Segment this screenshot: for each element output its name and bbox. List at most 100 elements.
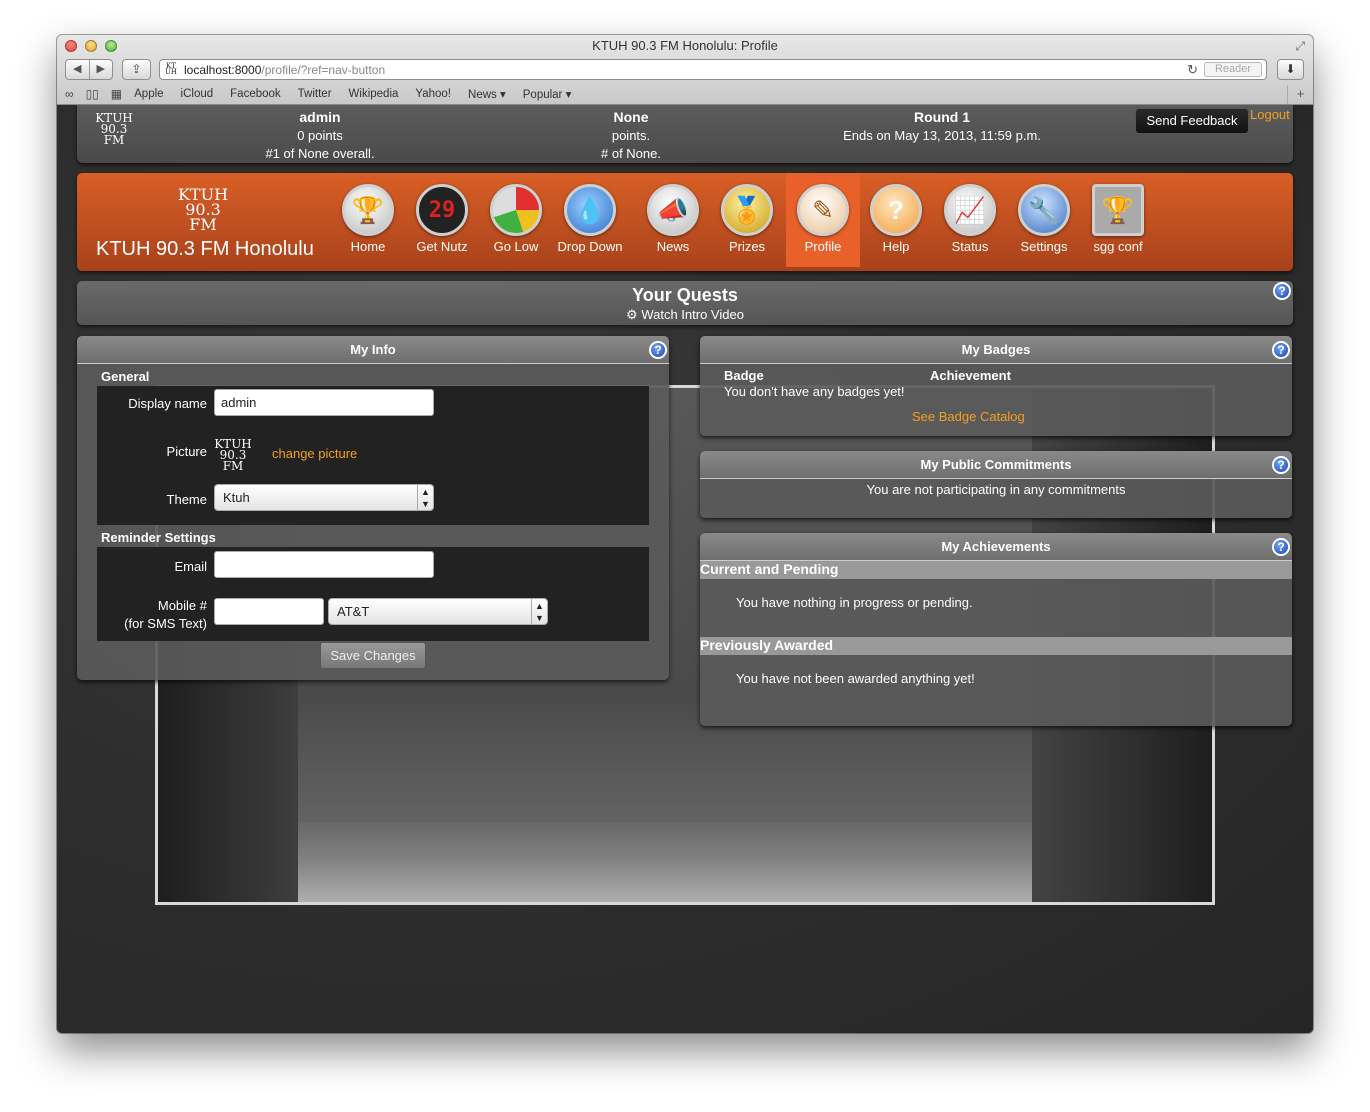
browser-toolbar: KTUH 90.3 FM Honolulu: Profile ⤢ ◀ ▶ ⇪ K… [57,35,1313,105]
site-logo-line: FM [189,215,217,234]
scoreboard-bar: KTUH 90.3 FM admin 0 points #1 of None o… [77,105,1293,163]
address-bar[interactable]: KT UH localhost:8000/profile/?ref=nav-but… [159,59,1267,80]
previously-awarded-heading: Previously Awarded [700,637,1292,655]
badge-column-header: Badge [724,368,764,383]
nav-item-drop-down[interactable]: 💧 Drop Down [553,173,627,267]
reload-icon[interactable]: ↻ [1187,62,1198,78]
email-label: Email [174,559,207,574]
gauge-icon [490,184,542,236]
theme-selected-value: Ktuh [223,490,250,505]
theme-label: Theme [166,492,207,507]
fullscreen-icon[interactable]: ⤢ [1295,39,1305,54]
url-text[interactable]: localhost:8000/profile/?ref=nav-button [184,63,385,77]
bookmark-apple[interactable]: Apple [134,88,163,100]
nav-item-settings[interactable]: 🔧 Settings [1007,173,1081,267]
my-badges-help-icon[interactable]: ? [1272,341,1290,359]
window-title: KTUH 90.3 FM Honolulu: Profile [592,38,778,53]
carrier-select[interactable]: AT&T ▲ ▼ [328,598,548,625]
achievements-help-icon[interactable]: ? [1272,538,1290,556]
achievement-column-header: Achievement [930,368,1011,383]
my-badges-panel: My Badges ? Badge Achievement You don't … [700,336,1292,436]
round-name: Round 1 [914,109,970,125]
bookmark-wikipedia[interactable]: Wikipedia [349,88,399,100]
mobile-sub-label: (for SMS Text) [124,616,207,631]
new-tab-icon[interactable]: + [1287,85,1313,104]
previously-awarded-message: You have not been awarded anything yet! [736,671,975,686]
my-info-header: My Info ? [77,336,669,364]
top-sites-grid-icon[interactable]: ▦ [111,87,122,101]
my-info-help-icon[interactable]: ? [649,341,667,359]
reading-list-icon[interactable]: ∞ [65,87,74,101]
theme-select[interactable]: Ktuh ▲ ▼ [214,484,434,511]
mobile-number-input[interactable] [214,598,324,625]
logout-link[interactable]: Logout [1250,107,1290,122]
back-icon[interactable]: ◀ [66,60,90,79]
site-logo[interactable]: KTUH 90.3 FM [173,187,233,234]
mobile-label-line: Mobile # [157,598,207,613]
bookmark-twitter[interactable]: Twitter [298,88,332,100]
commitments-header: My Public Commitments ? [700,451,1292,479]
quests-help-icon[interactable]: ? [1273,282,1291,300]
bookmark-facebook[interactable]: Facebook [230,88,281,100]
nav-label: Help [882,239,910,254]
reminder-section-title: Reminder Settings [101,530,216,545]
user-name: admin [299,109,341,125]
bookmark-yahoo[interactable]: Yahoo! [415,88,451,100]
nav-item-prizes[interactable]: 🏅 Prizes [710,173,784,267]
megaphone-icon: 📣 [647,184,699,236]
team-rank: # of None. [601,146,661,161]
my-badges-header: My Badges ? [700,336,1292,364]
general-section-title: General [101,369,150,384]
profile-picture-line: FM [222,459,244,473]
nav-item-home[interactable]: 🏆 Home [331,173,405,267]
main-nav: KTUH 90.3 FM KTUH 90.3 FM Honolulu 🏆 Hom… [77,173,1293,271]
current-pending-message: You have nothing in progress or pending. [736,595,973,610]
nav-item-news[interactable]: 📣 News [636,173,710,267]
nav-item-go-low[interactable]: Go Low [479,173,553,267]
team-stats: None points. # of None. [571,108,691,164]
send-feedback-button[interactable]: Send Feedback [1135,108,1249,134]
bookmark-news-menu[interactable]: News ▾ [468,87,506,101]
watch-intro-video-label: Watch Intro Video [641,307,744,322]
share-icon[interactable]: ⇪ [122,59,151,80]
forward-icon[interactable]: ▶ [90,60,113,79]
question-icon: ? [870,184,922,236]
reader-button[interactable]: Reader [1204,62,1262,77]
bookmark-popular-menu[interactable]: Popular ▾ [523,87,572,101]
select-arrows-icon: ▲ ▼ [531,599,547,624]
downloads-icon[interactable]: ⬇ [1277,59,1304,80]
nav-item-get-nutz[interactable]: 29 Get Nutz [405,173,479,267]
my-badges-title: My Badges [961,342,1031,357]
nav-item-status[interactable]: 📈 Status [933,173,1007,267]
nav-item-profile[interactable]: ✎ Profile [786,173,860,267]
commitments-title: My Public Commitments [920,457,1072,472]
nav-label: Profile [804,239,842,254]
nav-item-help[interactable]: ? Help [859,173,933,267]
current-pending-heading: Current and Pending [700,561,1292,579]
nav-item-sgg-conf[interactable]: 🏆 sgg conf [1081,173,1155,267]
commitments-help-icon[interactable]: ? [1272,456,1290,474]
wrench-icon: 🔧 [1018,184,1070,236]
nav-label: News [656,239,690,254]
nav-label: Settings [1020,239,1068,254]
my-achievements-panel: My Achievements ? Current and Pending Yo… [700,533,1292,726]
bookmark-icloud[interactable]: iCloud [181,88,214,100]
nav-label: Status [951,239,989,254]
change-picture-link[interactable]: change picture [272,446,357,461]
achievements-title: My Achievements [941,539,1051,554]
my-info-panel: My Info ? General Display name admin Pic… [77,336,669,680]
url-host: localhost:8000 [184,63,262,77]
email-input[interactable] [214,551,434,578]
stage-floor [298,822,1032,902]
bookmarks-book-icon[interactable]: ▯▯ [86,87,99,101]
display-name-label: Display name [128,396,207,411]
see-badge-catalog-link[interactable]: See Badge Catalog [912,409,1025,424]
team-name: None [613,109,649,125]
nav-label: sgg conf [1093,239,1143,254]
medal-icon: 🏅 [721,184,773,236]
round-info: Round 1 Ends on May 13, 2013, 11:59 p.m. [822,108,1062,145]
carrier-selected-value: AT&T [337,604,370,619]
display-name-input[interactable]: admin [214,389,434,416]
watch-intro-video-link[interactable]: ⚙ Watch Intro Video [77,307,1293,323]
save-changes-button[interactable]: Save Changes [320,642,426,669]
